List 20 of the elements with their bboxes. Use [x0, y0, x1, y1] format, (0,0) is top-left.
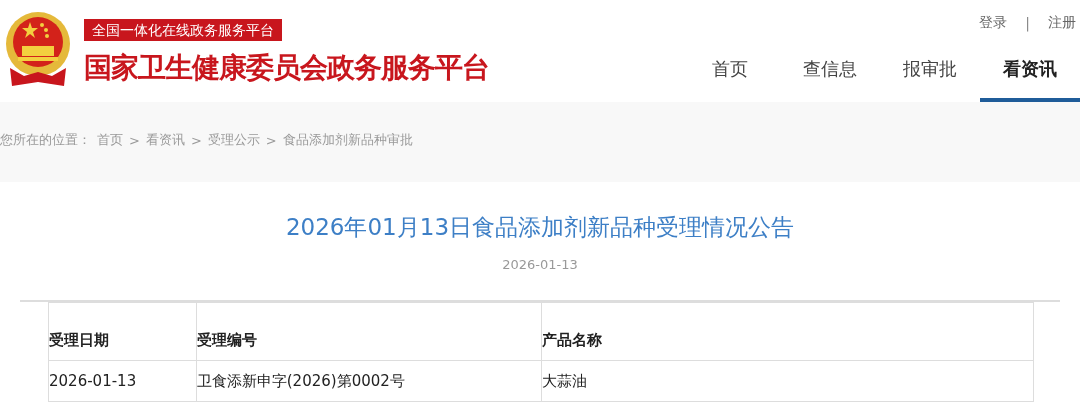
site-title: 国家卫生健康委员会政务服务平台 — [84, 50, 489, 86]
table-header-cell: 受理编号 — [196, 302, 541, 361]
table-cell: 2026-01-13 — [48, 360, 197, 402]
table-cell: 大蒜油 — [541, 360, 1034, 402]
table-cell: 卫食添新申字(2026)第0002号 — [196, 360, 541, 402]
article-date: 2026-01-13 — [501, 257, 579, 272]
table-header-cell: 产品名称 — [541, 302, 1034, 361]
nav-tab[interactable]: 首页 — [680, 48, 780, 102]
link-separator: | — [1025, 15, 1030, 31]
user-link[interactable]: 登录 — [979, 14, 1008, 32]
article-title: 2026年01月13日食品添加剂新品种受理情况公告 — [284, 213, 796, 242]
breadcrumb-label: 您所在的位置： — [0, 131, 91, 149]
breadcrumb-separator: > — [265, 132, 277, 148]
breadcrumb-separator: > — [129, 132, 140, 148]
table-header-cell: 受理日期 — [48, 302, 197, 361]
breadcrumb-separator: > — [190, 132, 202, 148]
user-link[interactable]: 注册 — [1048, 14, 1076, 32]
platform-badge: 全国一体化在线政务服务平台 — [84, 19, 282, 41]
nav-tab[interactable]: 报审批 — [880, 48, 980, 102]
nav-tab[interactable]: 查信息 — [780, 48, 880, 102]
